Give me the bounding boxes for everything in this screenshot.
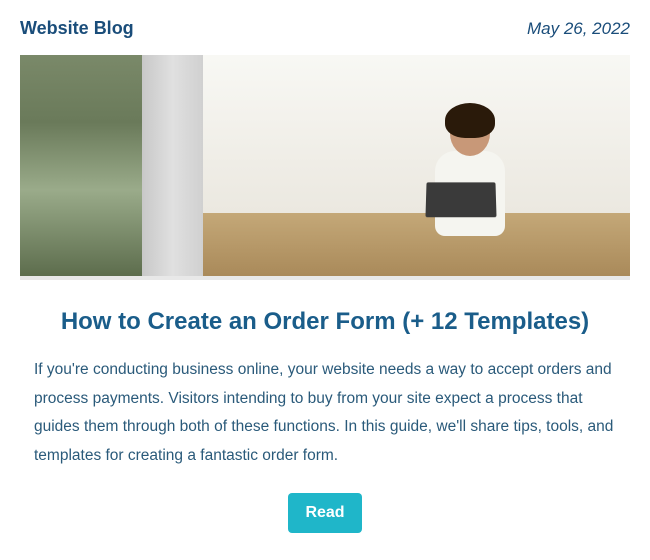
post-date: May 26, 2022 — [527, 19, 630, 39]
read-button[interactable]: Read — [288, 493, 362, 533]
blog-card: Website Blog May 26, 2022 How to Create … — [0, 0, 650, 551]
article-body: If you're conducting business online, yo… — [20, 356, 630, 471]
header: Website Blog May 26, 2022 — [20, 18, 630, 39]
blog-title: Website Blog — [20, 18, 134, 39]
hero-image — [20, 55, 630, 280]
article-title[interactable]: How to Create an Order Form (+ 12 Templa… — [20, 308, 630, 336]
